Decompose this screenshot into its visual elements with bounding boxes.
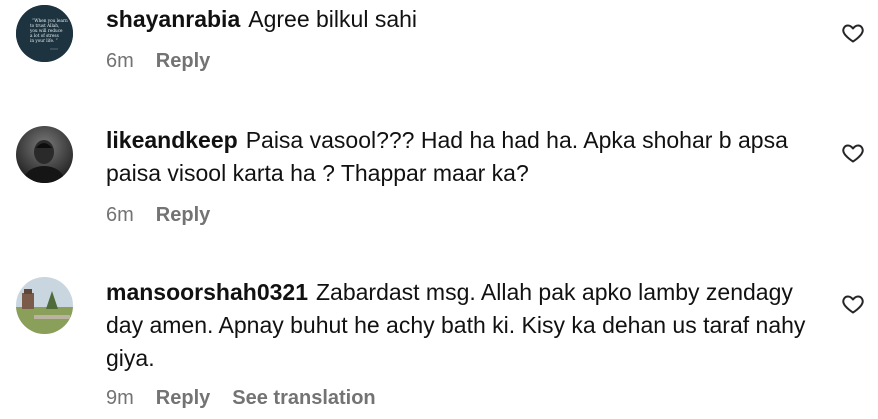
reply-button[interactable]: Reply (156, 50, 210, 73)
comment-meta: 9m Reply See translation (106, 387, 806, 410)
comment-time: 6m (106, 50, 134, 72)
comment-time: 9m (106, 387, 134, 409)
svg-text:in your life. ”: in your life. ” (30, 38, 58, 43)
comment-text-line: likeandkeep Paisa vasool??? Had ha had ha… (106, 124, 806, 190)
heart-outline-icon (842, 295, 864, 314)
comment-text-line: shayanrabia Agree bilkul sahi (106, 3, 806, 36)
reply-button[interactable]: Reply (156, 387, 210, 410)
avatar[interactable] (16, 277, 73, 334)
comment-username[interactable]: mansoorshah0321 (106, 279, 308, 305)
comment-meta: 6m Reply (106, 50, 806, 73)
like-button[interactable] (841, 292, 865, 316)
avatar-quote-image: “When you learn to trust Allah, you will… (16, 5, 73, 62)
avatar[interactable]: “When you learn to trust Allah, you will… (16, 5, 73, 62)
heart-outline-icon (842, 24, 864, 43)
avatar-photo (16, 126, 73, 183)
comment-username[interactable]: shayanrabia (106, 6, 240, 32)
avatar-photo (16, 277, 73, 334)
comment-time: 6m (106, 204, 134, 226)
see-translation-button[interactable]: See translation (232, 387, 375, 410)
reply-button[interactable]: Reply (156, 204, 210, 227)
heart-outline-icon (842, 144, 864, 163)
comment-meta: 6m Reply (106, 204, 806, 227)
comment-text: Agree bilkul sahi (248, 6, 418, 32)
avatar[interactable] (16, 126, 73, 183)
like-button[interactable] (841, 141, 865, 165)
comment-username[interactable]: likeandkeep (106, 127, 238, 153)
like-button[interactable] (841, 21, 865, 45)
comment-text-line: mansoorshah0321 Zabardast msg. Allah pak … (106, 276, 806, 375)
